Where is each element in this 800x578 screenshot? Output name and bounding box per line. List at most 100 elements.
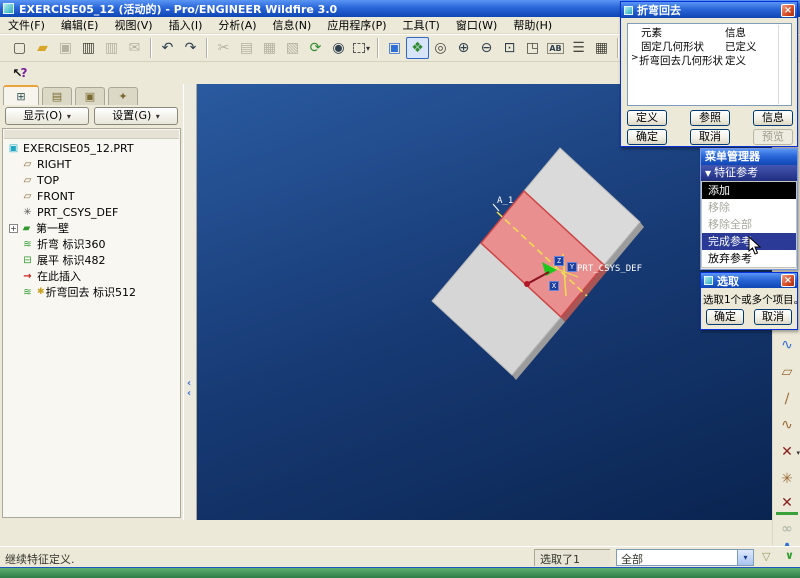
annotation-display-icon[interactable]: AB [544, 37, 567, 59]
graphics-viewport[interactable]: A_1 PRT_CSYS_DEF Z Y X [197, 84, 772, 520]
question-mark-icon: ? [21, 66, 28, 80]
element-info: 定义 [725, 53, 746, 68]
undo-icon[interactable]: ↶ [156, 37, 179, 59]
layer-tree-tab[interactable]: ▤ [42, 87, 72, 105]
menu-insert[interactable]: 插入(I) [161, 16, 211, 34]
tree-item-top[interactable]: ▱ TOP [3, 172, 180, 188]
ok-button[interactable]: 确定 [706, 309, 744, 325]
folder-browser-tab[interactable]: ▣ [75, 87, 105, 105]
datum-csys-tool-icon[interactable]: ✳ [776, 468, 798, 490]
tree-item-csys[interactable]: ✳ PRT_CSYS_DEF [3, 204, 180, 220]
preview-button[interactable]: 预览 [753, 129, 793, 145]
csys-label[interactable]: PRT_CSYS_DEF [577, 264, 642, 274]
refs-button[interactable]: 参照 [690, 110, 730, 126]
tree-item-first-wall[interactable]: + ▰ 第一壁 [3, 220, 180, 236]
settings-dropdown-button[interactable]: 设置(G) ▾ [94, 107, 178, 125]
chevron-left-icon[interactable]: ‹ [187, 380, 191, 388]
repaint-icon[interactable]: ▣ [383, 37, 406, 59]
field-point-tool-icon[interactable]: ✕ [776, 493, 798, 515]
zoom-out-icon[interactable]: ⊖ [475, 37, 498, 59]
menu-item-add[interactable]: 添加 [702, 182, 796, 199]
menu-file[interactable]: 文件(F) [0, 16, 53, 34]
axis-label[interactable]: A_1 [497, 196, 513, 206]
expand-icon[interactable]: + [9, 224, 18, 233]
zoom-in-icon[interactable]: ⊕ [452, 37, 475, 59]
datum-curve-tool-icon[interactable]: ∿ [776, 414, 798, 436]
copy-icon[interactable]: ▤ [235, 37, 258, 59]
modified-star-icon: ✱ [37, 287, 45, 297]
tree-item-front[interactable]: ▱ FRONT [3, 188, 180, 204]
tree-item-insert-here[interactable]: → 在此插入 [3, 268, 180, 284]
define-button[interactable]: 定义 [627, 110, 667, 126]
close-icon[interactable]: × [781, 274, 795, 287]
send-mail-icon[interactable]: ✉ [123, 37, 146, 59]
datum-display-icon[interactable]: ◳ [521, 37, 544, 59]
menu-edit[interactable]: 编辑(E) [53, 16, 107, 34]
redo-icon[interactable]: ↷ [179, 37, 202, 59]
ok-button[interactable]: 确定 [627, 129, 667, 145]
filter-icon[interactable]: ▽ [762, 550, 770, 563]
cut-icon[interactable]: ✂ [212, 37, 235, 59]
navigator-splitter[interactable]: ‹ ‹ [183, 84, 197, 520]
new-file-icon[interactable]: ▢ [8, 37, 31, 59]
model-canvas[interactable] [197, 84, 772, 520]
open-file-icon[interactable]: ▰ [31, 37, 54, 59]
menu-info[interactable]: 信息(N) [265, 16, 320, 34]
menu-manager-titlebar[interactable]: 菜单管理器 [701, 149, 797, 165]
combo-arrow-icon[interactable]: ▾ [737, 550, 753, 565]
menu-item-remove[interactable]: 移除 [702, 199, 796, 216]
chevron-expand-icon[interactable]: ∨ [785, 549, 794, 562]
element-list[interactable]: 元素 信息 固定几何形状 已定义 > 折弯回去几何形状 定义 [627, 23, 792, 106]
tree-item-label: 展平 标识482 [37, 252, 106, 268]
chevron-left-icon[interactable]: ‹ [187, 390, 191, 398]
print-setup-icon[interactable]: ▥ [100, 37, 123, 59]
orient-mode-icon[interactable]: ◎ [429, 37, 452, 59]
sketched-curve-icon[interactable]: ∿ [776, 334, 798, 356]
menu-view[interactable]: 视图(V) [106, 16, 160, 34]
bend-back-dialog-titlebar[interactable]: 折弯回去 × [621, 2, 797, 18]
show-dropdown-button[interactable]: 显示(O) ▾ [5, 107, 89, 125]
save-file-icon[interactable]: ▣ [54, 37, 77, 59]
tree-item-part[interactable]: ▣ EXERCISE05_12.PRT [3, 140, 180, 156]
menu-analysis[interactable]: 分析(A) [210, 16, 264, 34]
z-axis-tag: Z [554, 256, 564, 266]
tree-item-label: EXERCISE05_12.PRT [23, 142, 134, 155]
selection-filter-combo[interactable]: 全部 ▾ [616, 549, 754, 566]
close-icon[interactable]: × [781, 4, 795, 17]
datum-point-tool-icon[interactable]: ✕▾ [776, 441, 798, 463]
element-row-bendback-geometry[interactable]: > 折弯回去几何形状 定义 [628, 53, 791, 67]
menu-item-remove-all[interactable]: 移除全部 [702, 216, 796, 233]
regenerate-icon[interactable]: ⟳ [304, 37, 327, 59]
spin-center-icon[interactable]: ❖ [406, 37, 429, 59]
info-button[interactable]: 信息 [753, 110, 793, 126]
select-dialog-titlebar[interactable]: 选取 × [701, 273, 797, 288]
print-icon[interactable]: ▥ [77, 37, 100, 59]
refit-icon[interactable]: ⊡ [498, 37, 521, 59]
datum-plane-tool-icon[interactable]: ▱ [776, 361, 798, 383]
layer-display-icon[interactable]: ☰ [567, 37, 590, 59]
find-icon[interactable]: ◉ [327, 37, 350, 59]
tree-item-bend[interactable]: ≋ 折弯 标识360 [3, 236, 180, 252]
tree-item-unbend[interactable]: ⊟ 展平 标识482 [3, 252, 180, 268]
model-tree-header [4, 130, 179, 139]
paste-icon[interactable]: ▦ [258, 37, 281, 59]
tree-item-label: FRONT [37, 190, 75, 203]
cancel-button[interactable]: 取消 [690, 129, 730, 145]
menu-help[interactable]: 帮助(H) [505, 16, 560, 34]
paste-special-icon[interactable]: ▧ [281, 37, 304, 59]
view-manager-icon[interactable]: ▦ [590, 37, 613, 59]
cancel-button[interactable]: 取消 [754, 309, 792, 325]
favorites-tab[interactable]: ✦ [108, 87, 138, 105]
selection-filter-button[interactable]: ▾ [350, 37, 373, 59]
datum-axis-tool-icon[interactable]: ∕ [776, 388, 798, 410]
tree-item-bend-back[interactable]: ≋ ✱ 折弯回去 标识512 [3, 284, 180, 300]
menu-tools[interactable]: 工具(T) [395, 16, 448, 34]
feature-refs-section[interactable]: ▼特征参考 [701, 165, 797, 181]
datum-point-marker[interactable] [524, 281, 530, 287]
menu-window[interactable]: 窗口(W) [448, 16, 505, 34]
context-help-button[interactable]: ↖ ? [10, 64, 30, 82]
model-tree-tab[interactable]: ⊞ [3, 85, 39, 105]
tree-item-right[interactable]: ▱ RIGHT [3, 156, 180, 172]
menu-applications[interactable]: 应用程序(P) [319, 16, 394, 34]
element-row-fixed-geometry[interactable]: 固定几何形状 已定义 [628, 39, 791, 53]
